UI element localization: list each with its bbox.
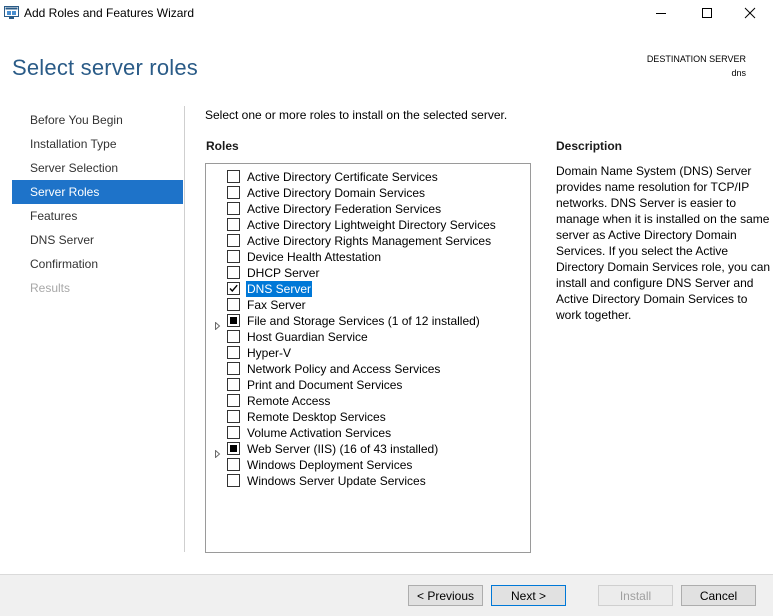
role-label: Fax Server [247, 298, 306, 312]
next-button[interactable]: Next > [491, 585, 566, 606]
install-button: Install [598, 585, 673, 606]
role-row[interactable]: Host Guardian Service [206, 329, 528, 345]
nav-item-dns-server[interactable]: DNS Server [12, 228, 183, 252]
nav-item-installation-type[interactable]: Installation Type [12, 132, 183, 156]
description-text: Domain Name System (DNS) Server provides… [556, 164, 771, 322]
description-heading: Description [556, 139, 623, 153]
role-checkbox[interactable] [227, 234, 240, 247]
role-row[interactable]: Device Health Attestation [206, 249, 528, 265]
instruction-text: Select one or more roles to install on t… [205, 108, 508, 122]
minimize-button[interactable] [638, 0, 684, 26]
role-row[interactable]: File and Storage Services (1 of 12 insta… [206, 313, 528, 331]
role-label: Active Directory Lightweight Directory S… [247, 218, 496, 232]
role-checkbox[interactable] [227, 346, 240, 359]
role-label: Active Directory Domain Services [247, 186, 426, 200]
role-row[interactable]: Active Directory Rights Management Servi… [206, 233, 528, 249]
role-checkbox[interactable] [227, 282, 240, 295]
role-checkbox[interactable] [227, 362, 240, 375]
wizard-window: Add Roles and Features Wizard Select ser… [0, 0, 773, 616]
role-label: DNS Server [246, 281, 313, 297]
role-label: Web Server (IIS) (16 of 43 installed) [247, 442, 439, 456]
role-row[interactable]: Remote Access [206, 393, 528, 409]
role-label: Windows Server Update Services [247, 474, 426, 488]
role-row[interactable]: Print and Document Services [206, 377, 528, 393]
roles-heading: Roles [206, 139, 239, 153]
nav-item-server-selection[interactable]: Server Selection [12, 156, 183, 180]
role-checkbox[interactable] [227, 298, 240, 311]
nav-item-confirmation[interactable]: Confirmation [12, 252, 183, 276]
role-label: File and Storage Services (1 of 12 insta… [247, 314, 480, 328]
window-title: Add Roles and Features Wizard [24, 6, 195, 20]
role-row[interactable]: Windows Deployment Services [206, 457, 528, 473]
role-checkbox[interactable] [227, 266, 240, 279]
role-row[interactable]: DNS Server [206, 281, 528, 297]
role-label: Network Policy and Access Services [247, 362, 441, 376]
role-label: Remote Access [247, 394, 331, 408]
role-checkbox[interactable] [227, 458, 240, 471]
nav-item-results: Results [30, 281, 71, 295]
role-row[interactable]: Web Server (IIS) (16 of 43 installed) [206, 441, 528, 459]
role-label: Windows Deployment Services [247, 458, 413, 472]
role-row[interactable]: Fax Server [206, 297, 528, 313]
expand-triangle-icon[interactable] [214, 445, 222, 459]
role-label: DHCP Server [247, 266, 320, 280]
destination-server-value: dns [731, 68, 746, 78]
page-title: Select server roles [12, 55, 198, 80]
role-label: Remote Desktop Services [247, 410, 386, 424]
role-checkbox[interactable] [227, 186, 240, 199]
role-label: Print and Document Services [247, 378, 403, 392]
role-checkbox[interactable] [227, 410, 240, 423]
nav-item-features[interactable]: Features [12, 204, 183, 228]
role-checkbox[interactable] [227, 314, 240, 327]
role-row[interactable]: Volume Activation Services [206, 425, 528, 441]
role-checkbox[interactable] [227, 170, 240, 183]
role-checkbox[interactable] [227, 218, 240, 231]
maximize-button[interactable] [684, 0, 730, 26]
role-label: Device Health Attestation [247, 250, 382, 264]
role-row[interactable]: Windows Server Update Services [206, 473, 528, 489]
role-checkbox[interactable] [227, 250, 240, 263]
cancel-button[interactable]: Cancel [681, 585, 756, 606]
role-label: Active Directory Federation Services [247, 202, 442, 216]
role-row[interactable]: Remote Desktop Services [206, 409, 528, 425]
role-row[interactable]: Network Policy and Access Services [206, 361, 528, 377]
role-label: Volume Activation Services [247, 426, 392, 440]
maximize-icon [702, 8, 712, 18]
role-label: Active Directory Certificate Services [247, 170, 438, 184]
role-row[interactable]: Active Directory Domain Services [206, 185, 528, 201]
destination-server-label: DESTINATION SERVER [646, 54, 746, 64]
close-button[interactable] [727, 0, 773, 26]
role-checkbox[interactable] [227, 394, 240, 407]
role-checkbox[interactable] [227, 202, 240, 215]
wizard-footer: < Previous Next > Install Cancel [0, 574, 773, 616]
previous-button[interactable]: < Previous [408, 585, 483, 606]
nav-item-before-you-begin[interactable]: Before You Begin [12, 108, 183, 132]
server-manager-icon [4, 6, 19, 19]
close-icon [744, 7, 756, 19]
roles-tree[interactable]: Active Directory Certificate Services Act… [205, 163, 531, 553]
role-checkbox[interactable] [227, 330, 240, 343]
role-checkbox[interactable] [227, 378, 240, 391]
role-checkbox[interactable] [227, 426, 240, 439]
checkmark-icon [229, 284, 238, 293]
role-row[interactable]: Active Directory Certificate Services [206, 169, 528, 185]
nav-divider [184, 106, 185, 552]
minimize-icon [656, 13, 666, 14]
expand-triangle-icon[interactable] [214, 317, 222, 331]
role-label: Host Guardian Service [247, 330, 368, 344]
role-checkbox[interactable] [227, 474, 240, 487]
title-bar[interactable]: Add Roles and Features Wizard [0, 0, 773, 26]
role-checkbox[interactable] [227, 442, 240, 455]
role-row[interactable]: Active Directory Lightweight Directory S… [206, 217, 528, 233]
role-row[interactable]: Hyper-V [206, 345, 528, 361]
role-row[interactable]: Active Directory Federation Services [206, 201, 528, 217]
role-label: Active Directory Rights Management Servi… [247, 234, 492, 248]
role-row[interactable]: DHCP Server [206, 265, 528, 281]
role-label: Hyper-V [247, 346, 292, 360]
wizard-nav: Before You Begin Installation Type Serve… [12, 108, 183, 300]
nav-item-server-roles[interactable]: Server Roles [12, 180, 183, 204]
